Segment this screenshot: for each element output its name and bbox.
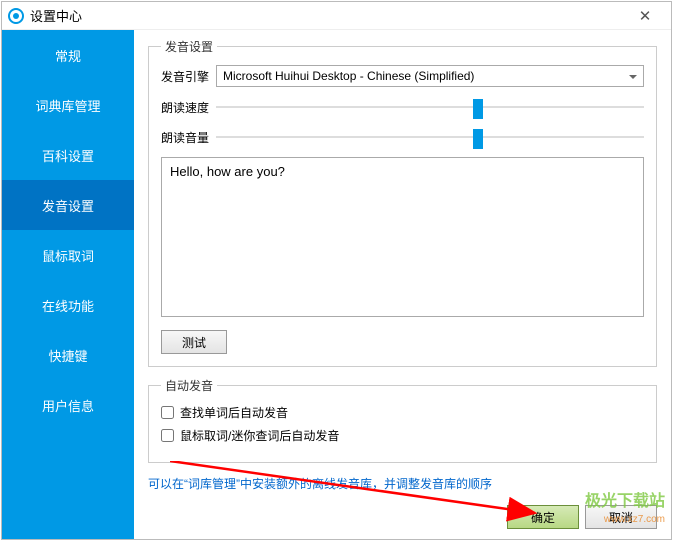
speed-thumb[interactable] bbox=[473, 99, 483, 119]
check-after-lookup[interactable]: 查找单词后自动发音 bbox=[161, 404, 644, 421]
sidebar-item-pronunciation[interactable]: 发音设置 bbox=[2, 180, 134, 230]
sidebar-item-general[interactable]: 常规 bbox=[2, 30, 134, 80]
pronunciation-legend: 发音设置 bbox=[161, 38, 217, 55]
engine-label: 发音引擎 bbox=[161, 68, 216, 85]
sidebar: 常规 词典库管理 百科设置 发音设置 鼠标取词 在线功能 快捷键 用户信息 bbox=[2, 30, 134, 539]
body: 常规 词典库管理 百科设置 发音设置 鼠标取词 在线功能 快捷键 用户信息 发音… bbox=[2, 30, 671, 539]
volume-row: 朗读音量 bbox=[161, 127, 644, 147]
sidebar-item-dict-manage[interactable]: 词典库管理 bbox=[2, 80, 134, 130]
titlebar: 设置中心 ✕ bbox=[2, 2, 671, 30]
speed-slider[interactable] bbox=[216, 97, 644, 117]
sample-textarea[interactable]: Hello, how are you? bbox=[161, 157, 644, 317]
check-after-mouse-box[interactable] bbox=[161, 429, 174, 442]
hint-text: 可以在“词库管理”中安装额外的离线发音库，并调整发音库的顺序 bbox=[148, 475, 657, 492]
speed-label: 朗读速度 bbox=[161, 99, 216, 116]
hint-link[interactable]: “词库管理” bbox=[184, 477, 240, 491]
engine-row: 发音引擎 Microsoft Huihui Desktop - Chinese … bbox=[161, 65, 644, 87]
test-button[interactable]: 测试 bbox=[161, 330, 227, 354]
window-title: 设置中心 bbox=[30, 6, 82, 25]
volume-thumb[interactable] bbox=[473, 129, 483, 149]
sidebar-item-encyclopedia[interactable]: 百科设置 bbox=[2, 130, 134, 180]
check-after-mouse[interactable]: 鼠标取词/迷你查词后自动发音 bbox=[161, 427, 644, 444]
ok-button[interactable]: 确定 bbox=[507, 505, 579, 529]
footer-buttons: 确定 取消 bbox=[507, 505, 657, 529]
check-after-lookup-box[interactable] bbox=[161, 406, 174, 419]
close-button[interactable]: ✕ bbox=[625, 2, 665, 29]
auto-pronounce-legend: 自动发音 bbox=[161, 377, 217, 394]
speed-row: 朗读速度 bbox=[161, 97, 644, 117]
sidebar-item-mouse-pick[interactable]: 鼠标取词 bbox=[2, 230, 134, 280]
sidebar-item-user-info[interactable]: 用户信息 bbox=[2, 380, 134, 430]
window: 设置中心 ✕ 常规 词典库管理 百科设置 发音设置 鼠标取词 在线功能 快捷键 … bbox=[1, 1, 672, 540]
engine-select[interactable]: Microsoft Huihui Desktop - Chinese (Simp… bbox=[216, 65, 644, 87]
app-icon bbox=[8, 8, 24, 24]
sidebar-item-online[interactable]: 在线功能 bbox=[2, 280, 134, 330]
pronunciation-group: 发音设置 发音引擎 Microsoft Huihui Desktop - Chi… bbox=[148, 38, 657, 367]
volume-label: 朗读音量 bbox=[161, 129, 216, 146]
cancel-button[interactable]: 取消 bbox=[585, 505, 657, 529]
auto-pronounce-group: 自动发音 查找单词后自动发音 鼠标取词/迷你查词后自动发音 bbox=[148, 377, 657, 463]
volume-slider[interactable] bbox=[216, 127, 644, 147]
sidebar-item-hotkeys[interactable]: 快捷键 bbox=[2, 330, 134, 380]
main-panel: 发音设置 发音引擎 Microsoft Huihui Desktop - Chi… bbox=[134, 30, 671, 539]
